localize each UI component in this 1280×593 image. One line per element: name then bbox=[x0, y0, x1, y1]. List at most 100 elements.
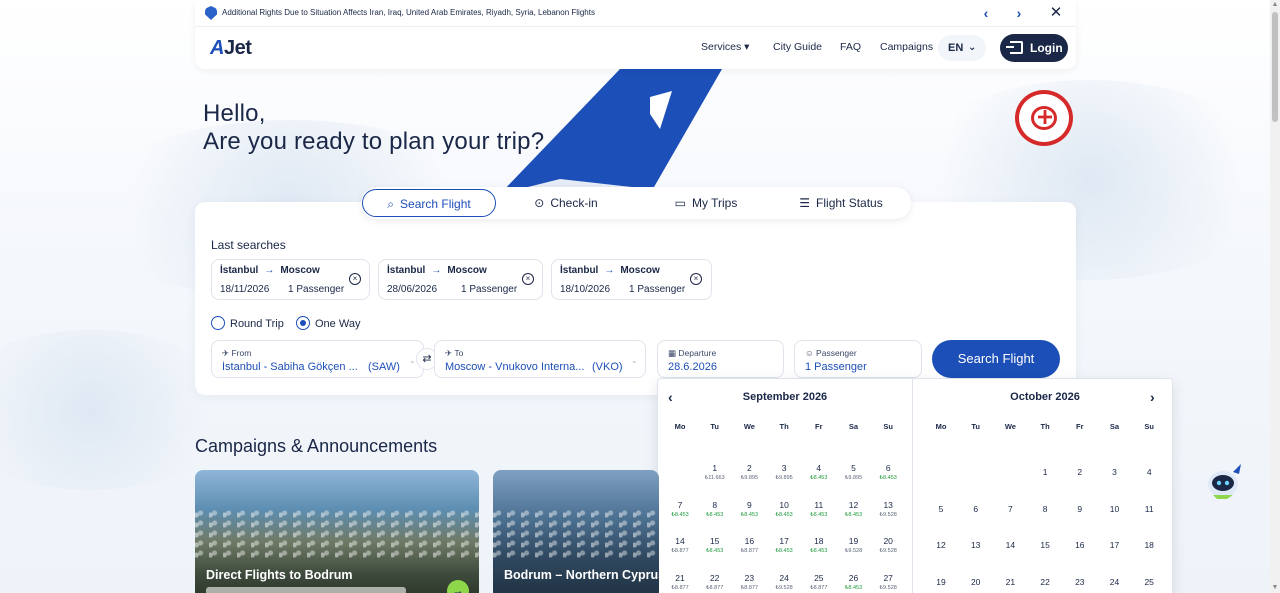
calendar-day[interactable]: 21 bbox=[993, 577, 1027, 587]
calendar-day[interactable]: 14 bbox=[993, 540, 1027, 550]
nav-faq[interactable]: FAQ bbox=[840, 41, 861, 53]
tab-search-flight[interactable]: ⌕ Search Flight bbox=[362, 189, 496, 217]
calendar-day[interactable]: 19 ₺9.528 bbox=[837, 536, 871, 554]
calendar-day[interactable]: 24 bbox=[1098, 577, 1132, 587]
nav-services[interactable]: Services ▾ bbox=[701, 41, 749, 53]
calendar-day[interactable]: 11 bbox=[1132, 504, 1166, 514]
calendar-day[interactable]: 23 bbox=[1063, 577, 1097, 587]
notice-text[interactable]: Additional Rights Due to Situation Affec… bbox=[222, 8, 595, 17]
calendar-day[interactable]: 2 ₺9.895 bbox=[732, 463, 766, 481]
calendar-day[interactable]: 5 bbox=[924, 504, 958, 514]
calendar-day[interactable]: 6 ₺8.453 bbox=[871, 463, 905, 481]
calendar-day[interactable]: 3 bbox=[1098, 467, 1132, 477]
tab-flight-status[interactable]: ☰ Flight Status bbox=[781, 189, 901, 217]
passenger-rights-seal-icon[interactable] bbox=[1015, 90, 1073, 146]
departure-field[interactable]: ▦ Departure 28.6.2026 bbox=[657, 340, 784, 378]
passenger-field[interactable]: ☺ Passenger 1 Passenger bbox=[794, 340, 922, 378]
day-number: 25 bbox=[814, 572, 824, 583]
calendar-day[interactable]: 16 bbox=[1063, 540, 1097, 550]
calendar-day[interactable]: 4 bbox=[1132, 467, 1166, 477]
calendar-day[interactable]: 27 ₺9.528 bbox=[871, 573, 905, 591]
calendar-day[interactable]: 1 ₺11.663 bbox=[698, 463, 732, 481]
calendar-day[interactable]: 24 ₺9.528 bbox=[767, 573, 801, 591]
site-header: Additional Rights Due to Situation Affec… bbox=[195, 0, 1076, 69]
shield-icon bbox=[205, 6, 217, 20]
calendar-day[interactable]: 10 bbox=[1098, 504, 1132, 514]
calendar-day[interactable]: 17 ₺8.453 bbox=[767, 536, 801, 554]
day-number: 13 bbox=[883, 499, 893, 510]
calendar-day[interactable]: 22 bbox=[1028, 577, 1062, 587]
calendar-day[interactable]: 18 bbox=[1132, 540, 1166, 550]
tab-my-trips[interactable]: ▭ My Trips bbox=[651, 189, 761, 217]
page-scrollbar[interactable]: ▲ ▼ bbox=[1270, 0, 1280, 593]
calendar-day[interactable]: 11 ₺8.453 bbox=[802, 500, 836, 518]
calendar-day[interactable]: 13 bbox=[959, 540, 993, 550]
search-tabs: ⌕ Search Flight ⊙ Check-in ▭ My Trips ☰ Flig… bbox=[361, 187, 911, 219]
calendar-day[interactable]: 20 bbox=[959, 577, 993, 587]
notice-next-button[interactable]: › bbox=[1010, 4, 1028, 22]
ajet-logo[interactable]: AJet bbox=[210, 37, 252, 60]
from-field[interactable]: ✈ From İstanbul - Sabiha Gökçen ... (SAW… bbox=[211, 340, 424, 378]
calendar-day[interactable]: 8 bbox=[1028, 504, 1062, 514]
calendar-day[interactable]: 8 ₺8.453 bbox=[698, 500, 732, 518]
calendar-day[interactable]: 25 ₺8.877 bbox=[802, 573, 836, 591]
calendar-day[interactable]: 18 ₺8.453 bbox=[802, 536, 836, 554]
campaign-card[interactable]: Direct Flights to Bodrum → bbox=[195, 470, 479, 593]
calendar-day[interactable]: 4 ₺8.453 bbox=[802, 463, 836, 481]
chatbot-assistant-icon[interactable] bbox=[1205, 462, 1245, 500]
calendar-day[interactable]: 14 ₺8.877 bbox=[663, 536, 697, 554]
close-icon[interactable]: ✕ bbox=[1047, 4, 1065, 22]
to-value: Moscow - Vnukovo Interna... bbox=[445, 361, 585, 373]
calendar-day[interactable]: 12 bbox=[924, 540, 958, 550]
day-number: 15 bbox=[1040, 540, 1050, 550]
calendar-day[interactable]: 3 ₺9.895 bbox=[767, 463, 801, 481]
to-field[interactable]: ✈ To Moscow - Vnukovo Interna... (VKO) ⌄ bbox=[434, 340, 646, 378]
weekday-label: Mo bbox=[674, 422, 686, 431]
search-flight-button[interactable]: Search Flight bbox=[932, 340, 1060, 378]
campaign-card[interactable]: Bodrum – Northern Cyprus bbox=[493, 470, 659, 593]
calendar-day[interactable]: 9 bbox=[1063, 504, 1097, 514]
recent-search-item[interactable]: İstanbul → Moscow 18/11/2026 1 Passenger × bbox=[211, 259, 370, 300]
remove-search-icon[interactable]: × bbox=[690, 273, 702, 285]
calendar-day[interactable]: 7 ₺8.453 bbox=[663, 500, 697, 518]
calendar-day[interactable]: 10 ₺8.453 bbox=[767, 500, 801, 518]
calendar-day[interactable]: 13 ₺9.528 bbox=[871, 500, 905, 518]
calendar-day[interactable]: 25 bbox=[1132, 577, 1166, 587]
day-number: 21 bbox=[675, 572, 685, 583]
notice-prev-button[interactable]: ‹ bbox=[977, 4, 995, 22]
calendar-day[interactable]: 20 ₺9.528 bbox=[871, 536, 905, 554]
recent-search-item[interactable]: İstanbul → Moscow 18/10/2026 1 Passenger × bbox=[551, 259, 712, 300]
calendar-day[interactable]: 6 bbox=[959, 504, 993, 514]
calendar-day[interactable]: 17 bbox=[1098, 540, 1132, 550]
login-icon bbox=[1006, 41, 1023, 54]
tab-check-in[interactable]: ⊙ Check-in bbox=[511, 189, 621, 217]
remove-search-icon[interactable]: × bbox=[349, 273, 361, 285]
calendar-day[interactable]: 7 bbox=[993, 504, 1027, 514]
calendar-day[interactable]: 16 ₺8.877 bbox=[732, 536, 766, 554]
calendar-day[interactable]: 15 bbox=[1028, 540, 1062, 550]
calendar-day[interactable]: 26 ₺8.453 bbox=[837, 573, 871, 591]
language-selector[interactable]: EN ⌄ bbox=[938, 35, 986, 61]
arrow-right-icon[interactable]: → bbox=[447, 580, 469, 593]
recent-search-item[interactable]: İstanbul → Moscow 28/06/2026 1 Passenger × bbox=[378, 259, 543, 300]
calendar-day[interactable]: 23 ₺8.877 bbox=[732, 573, 766, 591]
one-way-radio[interactable]: One Way bbox=[296, 316, 360, 330]
calendar-day[interactable]: 9 ₺8.453 bbox=[732, 500, 766, 518]
calendar-day[interactable]: 1 bbox=[1028, 467, 1062, 477]
calendar-day[interactable]: 19 bbox=[924, 577, 958, 587]
calendar-day[interactable]: 22 ₺8.877 bbox=[698, 573, 732, 591]
remove-search-icon[interactable]: × bbox=[522, 273, 534, 285]
calendar-day[interactable]: 2 bbox=[1063, 467, 1097, 477]
calendar-day[interactable]: 15 ₺8.453 bbox=[698, 536, 732, 554]
scroll-down-arrow-icon[interactable]: ▼ bbox=[1271, 583, 1279, 593]
scroll-up-arrow-icon[interactable]: ▲ bbox=[1271, 0, 1279, 10]
nav-campaigns[interactable]: Campaigns bbox=[880, 41, 933, 53]
calendar-day[interactable]: 5 ₺9.895 bbox=[837, 463, 871, 481]
nav-city-guide[interactable]: City Guide bbox=[773, 41, 822, 53]
round-trip-radio[interactable]: Round Trip bbox=[211, 316, 284, 330]
login-button[interactable]: Login bbox=[1000, 34, 1068, 62]
day-number: 19 bbox=[936, 576, 946, 587]
scrollbar-thumb[interactable] bbox=[1272, 12, 1278, 122]
calendar-day[interactable]: 21 ₺8.877 bbox=[663, 573, 697, 591]
calendar-day[interactable]: 12 ₺8.453 bbox=[837, 500, 871, 518]
